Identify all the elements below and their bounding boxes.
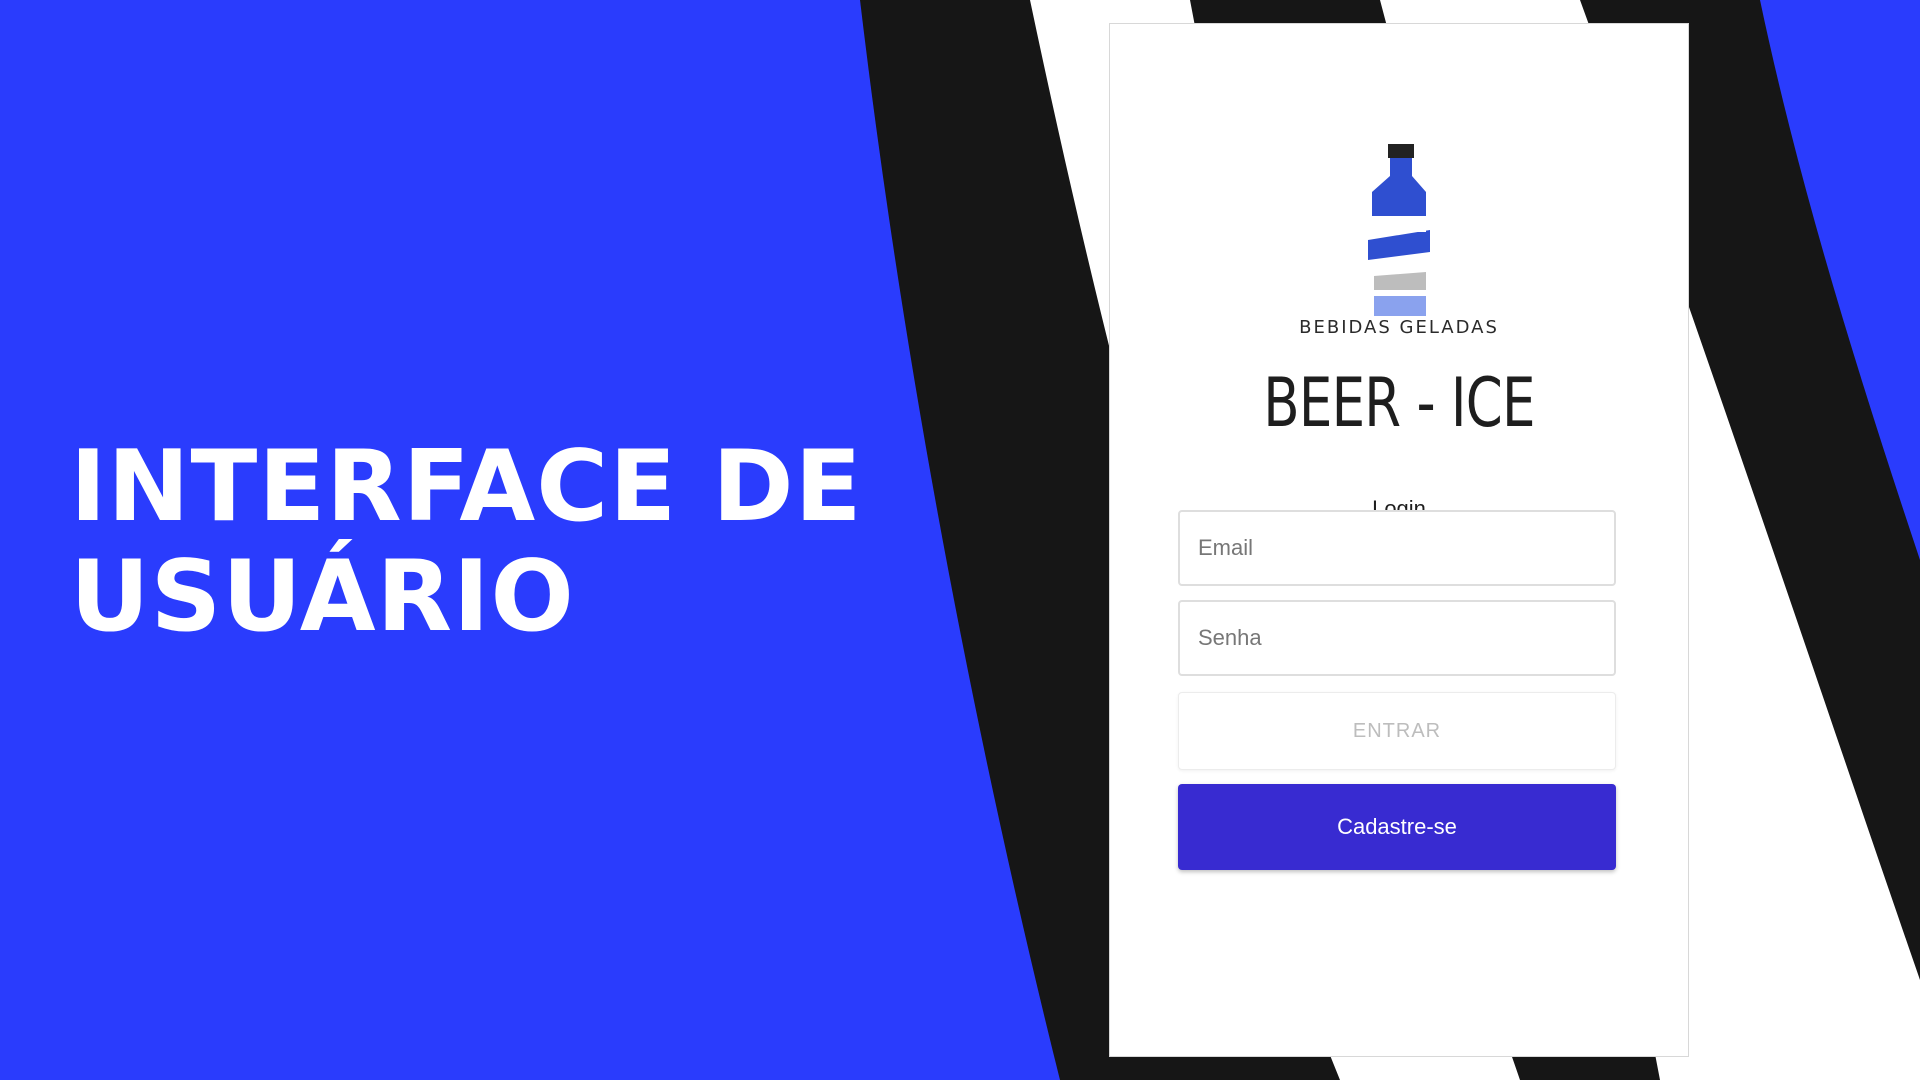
password-field[interactable] [1178,600,1616,676]
brand-title: BEER - ICE [1263,364,1535,443]
email-field[interactable] [1178,510,1616,586]
signup-button[interactable]: Cadastre-se [1178,784,1616,870]
slide-canvas: INTERFACE DE USUÁRIO BEBIDAS GELADAS BEE… [0,0,1920,1080]
enter-button[interactable]: ENTRAR [1178,692,1616,770]
email-input[interactable] [1180,512,1614,584]
slide-headline: INTERFACE DE USUÁRIO [70,432,863,652]
headline-line-2: USUÁRIO [70,540,575,654]
app-screen: BEBIDAS GELADAS BEER - ICE Login ENTRAR … [1110,24,1688,1056]
brand-subtitle: BEBIDAS GELADAS [1299,317,1499,338]
bottle-icon [1368,144,1430,316]
password-input[interactable] [1180,602,1614,674]
headline-line-1: INTERFACE DE [70,430,863,544]
